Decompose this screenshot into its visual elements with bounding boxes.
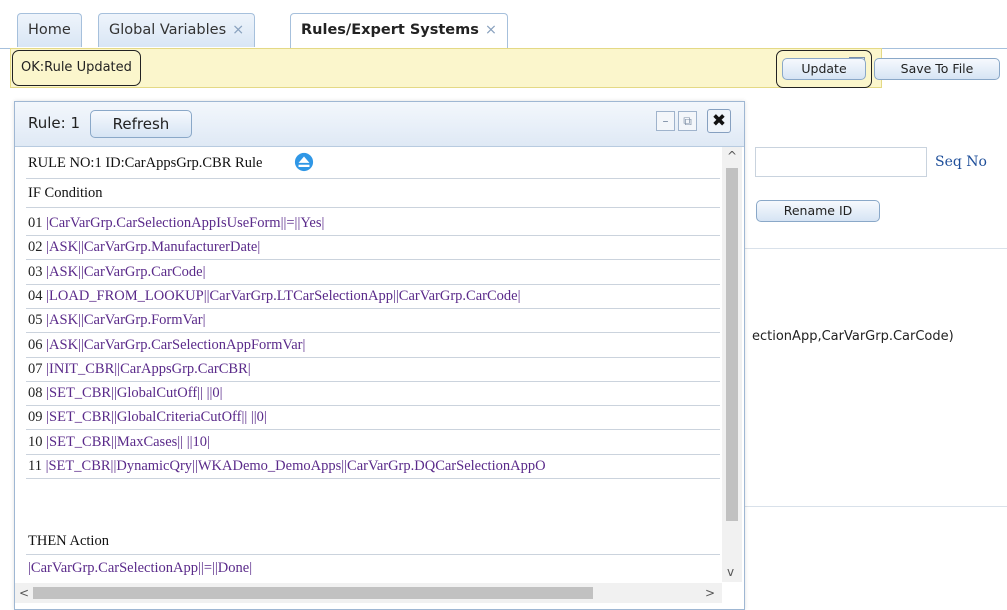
condition-text: |SET_CBR||DynamicQry||WKADemo_DemoApps||… (45, 458, 546, 474)
scroll-up-icon[interactable]: ^ (727, 150, 737, 162)
condition-number: 04 (28, 288, 43, 304)
condition-text: |LOAD_FROM_LOOKUP||CarVarGrp.LTCarSelect… (46, 288, 521, 304)
divider (745, 248, 1007, 249)
condition-number: 10 (28, 434, 43, 450)
condition-number: 02 (28, 239, 43, 255)
close-icon[interactable]: ✖ (707, 109, 731, 133)
divider (26, 178, 720, 179)
minimize-icon[interactable]: – (656, 111, 675, 131)
condition-row[interactable]: 08 |SET_CBR||GlobalCutOff|| ||0| (28, 383, 718, 403)
rule-id-input[interactable] (755, 147, 927, 177)
condition-row[interactable]: 11 |SET_CBR||DynamicQry||WKADemo_DemoApp… (28, 456, 718, 476)
condition-number: 09 (28, 409, 43, 425)
condition-text: |ASK||CarVarGrp.FormVar| (46, 312, 206, 328)
condition-text: |ASK||CarVarGrp.CarCode| (46, 264, 206, 280)
condition-number: 11 (28, 458, 42, 474)
condition-text: |ASK||CarVarGrp.ManufacturerDate| (46, 239, 261, 255)
condition-text: |SET_CBR||GlobalCutOff|| ||0| (46, 385, 223, 401)
divider (26, 259, 720, 260)
condition-number: 07 (28, 361, 43, 377)
condition-row[interactable]: 01 |CarVarGrp.CarSelectionAppIsUseForm||… (28, 213, 718, 233)
divider (26, 357, 720, 358)
condition-text: |SET_CBR||GlobalCriteriaCutOff|| ||0| (46, 409, 267, 425)
tab-label: Rules/Expert Systems (301, 22, 479, 38)
condition-text: |INIT_CBR||CarAppsGrp.CarCBR| (46, 361, 251, 377)
scroll-down-icon[interactable]: v (727, 566, 734, 578)
condition-number: 03 (28, 264, 43, 280)
condition-row[interactable]: 05 |ASK||CarVarGrp.FormVar| (28, 310, 718, 330)
rule-header-text: RULE NO:1 ID:CarAppsGrp.CBR Rule (28, 155, 263, 171)
condition-number: 08 (28, 385, 43, 401)
divider (26, 207, 720, 208)
tab-home[interactable]: Home (17, 13, 82, 47)
divider (26, 478, 720, 479)
condition-row[interactable]: 03 |ASK||CarVarGrp.CarCode| (28, 262, 718, 282)
divider (26, 554, 720, 555)
close-icon[interactable]: × (485, 22, 497, 38)
divider (26, 308, 720, 309)
condition-number: 06 (28, 337, 43, 353)
scroll-left-icon[interactable]: < (19, 587, 29, 599)
eject-icon[interactable] (294, 152, 314, 172)
divider (26, 405, 720, 406)
tab-rules-expert-systems[interactable]: Rules/Expert Systems × (290, 13, 509, 49)
condition-row[interactable]: 06 |ASK||CarVarGrp.CarSelectionAppFormVa… (28, 335, 718, 355)
condition-row[interactable]: 04 |LOAD_FROM_LOOKUP||CarVarGrp.LTCarSel… (28, 286, 718, 306)
divider (26, 381, 720, 382)
lookup-text: ectionApp,CarVarGrp.CarCode) (752, 329, 954, 344)
condition-text: |CarVarGrp.CarSelectionAppIsUseForm||=||… (46, 215, 325, 231)
tab-label: Home (28, 22, 71, 38)
condition-number: 01 (28, 215, 43, 231)
update-button[interactable]: Update (782, 58, 866, 80)
popout-icon[interactable]: ⧉ (678, 111, 697, 131)
rename-id-button[interactable]: Rename ID (756, 200, 880, 222)
scroll-right-icon[interactable]: > (705, 587, 715, 599)
if-condition-label: IF Condition (28, 185, 103, 201)
status-message: OK:Rule Updated (12, 50, 141, 86)
divider (26, 332, 720, 333)
refresh-button[interactable]: Refresh (90, 110, 192, 138)
condition-text: |SET_CBR||MaxCases|| ||10| (46, 434, 210, 450)
seq-no-label: Seq No (935, 154, 987, 170)
dialog-title: Rule: 1 (28, 114, 81, 132)
action-row[interactable]: |CarVarGrp.CarSelectionApp||=||Done| (28, 558, 718, 578)
divider (26, 429, 720, 430)
condition-text: |ASK||CarVarGrp.CarSelectionAppFormVar| (46, 337, 306, 353)
then-action-label: THEN Action (28, 533, 109, 549)
divider (26, 284, 720, 285)
condition-row[interactable]: 07 |INIT_CBR||CarAppsGrp.CarCBR| (28, 359, 718, 379)
divider (745, 506, 1007, 507)
horizontal-scroll-thumb[interactable] (33, 587, 593, 599)
condition-row[interactable]: 09 |SET_CBR||GlobalCriteriaCutOff|| ||0| (28, 407, 718, 427)
condition-row[interactable]: 10 |SET_CBR||MaxCases|| ||10| (28, 432, 718, 452)
tab-global-variables[interactable]: Global Variables × (98, 13, 256, 47)
divider (26, 235, 720, 236)
condition-number: 05 (28, 312, 43, 328)
rule-header: RULE NO:1 ID:CarAppsGrp.CBR Rule (28, 153, 718, 173)
action-text: |CarVarGrp.CarSelectionApp||=||Done| (28, 560, 253, 576)
save-to-file-button[interactable]: Save To File (874, 58, 1000, 80)
divider (26, 454, 720, 455)
vertical-scroll-thumb[interactable] (726, 168, 738, 521)
close-icon[interactable]: × (232, 22, 244, 38)
condition-row[interactable]: 02 |ASK||CarVarGrp.ManufacturerDate| (28, 237, 718, 257)
tab-label: Global Variables (109, 22, 227, 38)
